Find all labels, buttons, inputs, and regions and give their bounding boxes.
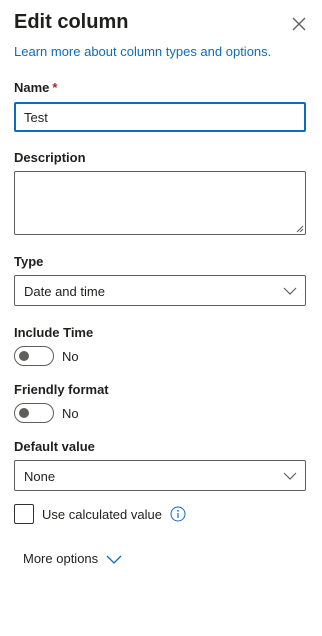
toggle-knob xyxy=(19,408,29,418)
type-dropdown-value: Date and time xyxy=(24,284,105,299)
edit-column-panel: Edit column Learn more about column type… xyxy=(0,0,322,636)
chevron-down-icon xyxy=(283,472,297,480)
use-calculated-label: Use calculated value xyxy=(42,506,162,522)
default-value-dropdown-value: None xyxy=(24,469,56,484)
use-calculated-row: Use calculated value xyxy=(14,504,186,524)
friendly-format-state: No xyxy=(62,405,79,421)
more-options-button[interactable]: More options xyxy=(23,551,122,566)
include-time-row: No xyxy=(14,346,79,366)
type-label: Type xyxy=(14,254,44,269)
toggle-knob xyxy=(19,351,29,361)
chevron-down-icon xyxy=(106,555,122,564)
panel-title: Edit column xyxy=(14,11,129,33)
use-calculated-checkbox[interactable] xyxy=(14,504,34,524)
include-time-label: Include Time xyxy=(14,325,94,340)
close-icon[interactable] xyxy=(289,14,309,34)
friendly-format-row: No xyxy=(14,403,79,423)
type-dropdown[interactable]: Date and time xyxy=(14,275,306,306)
include-time-state: No xyxy=(62,348,79,364)
name-input-value: Test xyxy=(24,110,48,125)
resize-grip-icon[interactable] xyxy=(296,225,304,233)
description-textarea[interactable] xyxy=(14,171,306,235)
name-label-text: Name xyxy=(14,80,50,95)
description-label: Description xyxy=(14,150,86,165)
more-options-label: More options xyxy=(23,551,99,566)
friendly-format-toggle[interactable] xyxy=(14,403,54,423)
default-value-label: Default value xyxy=(14,439,95,454)
friendly-format-label: Friendly format xyxy=(14,382,109,397)
learn-more-link[interactable]: Learn more about column types and option… xyxy=(14,44,271,59)
include-time-toggle[interactable] xyxy=(14,346,54,366)
name-input[interactable]: Test xyxy=(14,102,306,132)
chevron-down-icon xyxy=(283,287,297,295)
info-icon[interactable] xyxy=(170,506,186,522)
name-label: Name * xyxy=(14,80,57,95)
required-marker: * xyxy=(52,80,58,95)
default-value-dropdown[interactable]: None xyxy=(14,460,306,491)
